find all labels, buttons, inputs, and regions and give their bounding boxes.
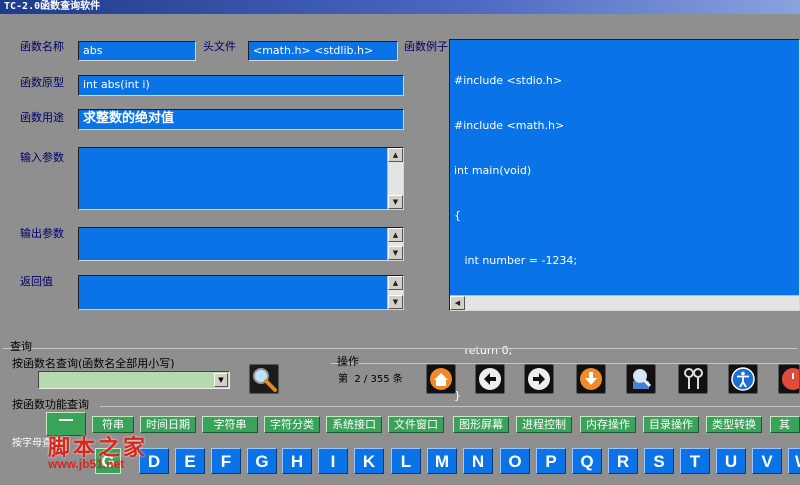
main-window: 函数名称 abs 头文件 <math.h> <stdlib.h> 函数例子 #i… — [0, 14, 800, 485]
scroll-down-icon[interactable]: ▼ — [388, 295, 403, 309]
page-indicator: 第 2 / 355 条 — [338, 373, 403, 387]
category-button[interactable]: 类型转换 — [706, 416, 762, 433]
func-name-field[interactable]: abs — [78, 41, 196, 61]
watermark-url: www.jb51.net — [48, 457, 125, 471]
letter-button[interactable]: L — [391, 448, 421, 474]
letter-button[interactable]: T — [680, 448, 710, 474]
scroll-up-icon[interactable]: ▲ — [388, 276, 403, 290]
accessibility-icon — [731, 367, 755, 391]
previous-icon — [479, 368, 501, 390]
letter-button[interactable]: U — [716, 448, 746, 474]
window-title: TC-2.0函数查询软件 — [0, 0, 800, 14]
search-button[interactable] — [249, 364, 279, 394]
category-button[interactable]: 进程控制 — [516, 416, 572, 433]
category-group-border — [100, 406, 800, 407]
usage-field[interactable]: 求整数的绝对值 — [78, 109, 404, 130]
exit-icon — [782, 368, 800, 390]
page-suffix: 条 — [392, 374, 403, 385]
category-button[interactable]: 字符串 — [202, 416, 258, 433]
func-name-label: 函数名称 — [20, 40, 64, 53]
output-params-scrollbar[interactable]: ▲ ▼ — [387, 228, 403, 260]
home-button[interactable] — [426, 364, 456, 394]
code-line: #include <stdio.h> — [454, 74, 563, 87]
category-button[interactable]: 其 — [770, 416, 800, 433]
letter-button[interactable]: N — [463, 448, 493, 474]
input-params-box[interactable]: ▲ ▼ — [78, 147, 404, 210]
function-name-combo[interactable]: ▼ — [38, 371, 230, 389]
magnifier-icon — [253, 368, 277, 392]
category-button[interactable]: 字符分类 — [264, 416, 320, 433]
header-file-label: 头文件 — [203, 40, 236, 53]
prototype-field[interactable]: int abs(int i) — [78, 75, 404, 96]
letter-button[interactable]: M — [427, 448, 457, 474]
letter-button[interactable]: F — [211, 448, 241, 474]
letter-button[interactable]: O — [500, 448, 530, 474]
page-prefix: 第 — [338, 374, 348, 385]
return-value-label: 返回值 — [20, 275, 53, 288]
scroll-up-icon[interactable]: ▲ — [388, 148, 403, 162]
letter-button[interactable]: E — [175, 448, 205, 474]
letter-button[interactable]: Q — [572, 448, 602, 474]
code-line: { — [454, 209, 461, 222]
query-group-label: 查询 — [10, 340, 32, 353]
exit-button[interactable] — [778, 364, 800, 394]
letter-button[interactable]: R — [608, 448, 638, 474]
return-value-box[interactable]: ▲ ▼ — [78, 275, 404, 310]
category-button[interactable]: 内存操作 — [580, 416, 636, 433]
input-params-scrollbar[interactable]: ▲ ▼ — [387, 148, 403, 209]
code-line: int main(void) — [454, 164, 532, 177]
search-tools-button[interactable] — [626, 364, 656, 394]
download-icon — [580, 368, 602, 390]
scroll-up-icon[interactable]: ▲ — [388, 228, 403, 242]
prototype-label: 函数原型 — [20, 76, 64, 89]
letter-button[interactable]: K — [354, 448, 384, 474]
input-params-label: 输入参数 — [20, 151, 64, 164]
keys-icon — [684, 368, 703, 389]
page-total: 355 — [370, 374, 390, 385]
usage-label: 函数用途 — [20, 111, 64, 124]
letter-button[interactable]: G — [247, 448, 277, 474]
example-code-box[interactable]: #include <stdio.h> #include <math.h> int… — [449, 39, 800, 402]
code-line: #include <math.h> — [454, 119, 565, 132]
query-by-name-label: 按函数名查询(函数名全部用小写) — [12, 357, 175, 370]
chevron-down-icon[interactable]: ▼ — [214, 373, 228, 387]
letter-button[interactable]: W — [788, 448, 800, 474]
letter-button[interactable]: V — [752, 448, 782, 474]
operations-label: 操作 — [337, 355, 359, 368]
keys-button[interactable] — [678, 364, 708, 394]
category-button[interactable]: 系统接口 — [326, 416, 382, 433]
home-icon — [430, 368, 452, 390]
category-label: 按函数功能查询 — [12, 398, 89, 411]
letter-button[interactable]: I — [318, 448, 348, 474]
download-button[interactable] — [576, 364, 606, 394]
code-line: return 0; — [454, 344, 513, 357]
func-example-label: 函数例子 — [404, 40, 448, 53]
scroll-down-icon[interactable]: ▼ — [388, 195, 403, 209]
return-value-scrollbar[interactable]: ▲ ▼ — [387, 276, 403, 309]
query-group-border — [2, 348, 798, 349]
next-button[interactable] — [524, 364, 554, 394]
example-hscrollbar[interactable]: ◀ — [450, 295, 799, 310]
letter-button[interactable]: H — [282, 448, 312, 474]
output-params-box[interactable]: ▲ ▼ — [78, 227, 404, 261]
category-button[interactable]: 目录操作 — [643, 416, 699, 433]
search-tools-icon — [633, 369, 652, 389]
category-button[interactable]: 时间日期 — [140, 416, 196, 433]
page-current: 2 — [354, 374, 361, 385]
accessibility-button[interactable] — [728, 364, 758, 394]
page-sep: / — [363, 374, 368, 385]
header-file-field[interactable]: <math.h> <stdlib.h> — [248, 41, 398, 61]
letter-button[interactable]: P — [536, 448, 566, 474]
code-line: int number = -1234; — [454, 254, 578, 267]
output-params-label: 输出参数 — [20, 227, 64, 240]
previous-button[interactable] — [475, 364, 505, 394]
scroll-down-icon[interactable]: ▼ — [388, 246, 403, 260]
scroll-left-icon[interactable]: ◀ — [450, 296, 465, 310]
next-icon — [528, 368, 550, 390]
letter-button[interactable]: S — [644, 448, 674, 474]
category-button[interactable]: 文件窗口 — [388, 416, 444, 433]
category-button[interactable]: 图形屏幕 — [453, 416, 509, 433]
tab-indicator — [59, 419, 73, 421]
category-button-row: 符串 时间日期 字符串 字符分类 系统接口 文件窗口 图形屏幕 进程控制 内存操… — [92, 416, 800, 434]
